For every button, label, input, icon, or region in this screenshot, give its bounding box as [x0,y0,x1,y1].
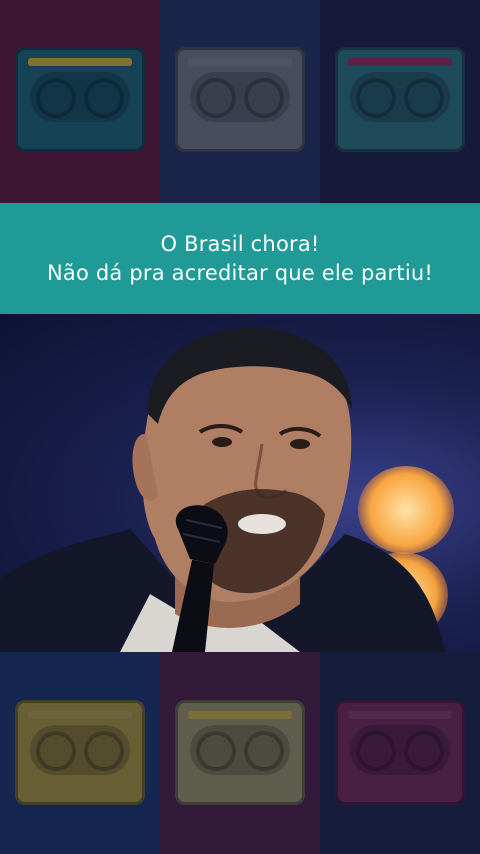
caption-line-2: Não dá pra acreditar que ele partiu! [47,260,433,285]
caption-line-1: O Brasil chora! [160,231,320,256]
singer-figure [0,327,445,652]
cassette-tile [320,652,480,854]
cassette-tile [160,652,320,854]
cassette-tile [0,0,160,205]
cassette-icon [15,47,145,152]
cassette-icon [175,47,305,152]
cassette-icon [175,700,305,805]
cassette-tile [0,652,160,854]
cassette-tile [160,0,320,205]
video-frame[interactable] [0,314,480,652]
cassette-tile [320,0,480,205]
cassette-icon [335,700,465,805]
cassette-icon [15,700,145,805]
caption-banner: O Brasil chora! Não dá pra acreditar que… [0,203,480,314]
cassette-icon [335,47,465,152]
